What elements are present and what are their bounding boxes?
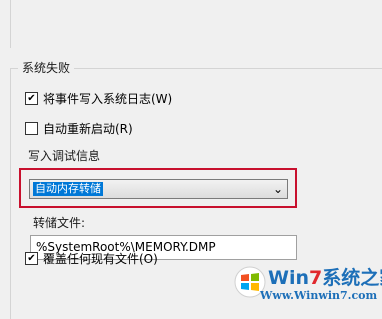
overwrite-checkbox[interactable]: ✔ — [25, 252, 38, 265]
panel-edge — [10, 0, 11, 48]
dump-file-label: 转储文件: — [33, 216, 86, 230]
watermark-url: Www.Winwin7.com — [260, 289, 378, 302]
watermark-brand-seven: 7 — [309, 267, 323, 289]
watermark-brand-prefix: Win — [268, 267, 309, 289]
auto-restart-option[interactable]: 自动重新启动(R) — [25, 120, 133, 137]
auto-restart-label: 自动重新启动(R) — [43, 122, 133, 136]
write-event-log-label: 将事件写入系统日志(W) — [43, 92, 173, 106]
dump-type-dropdown[interactable]: 自动内存转储 ⌄ — [29, 179, 288, 199]
site-watermark: Win7系统之家 Www.Winwin7.com — [232, 258, 382, 308]
watermark-brand: Win7系统之家 — [268, 263, 382, 290]
write-event-log-checkbox[interactable]: ✔ — [25, 92, 38, 105]
watermark-brand-suffix: 系统之家 — [322, 267, 382, 289]
system-failure-group-title: 系统失败 — [18, 59, 75, 76]
debug-info-label: 写入调试信息 — [28, 149, 101, 163]
chevron-down-icon[interactable]: ⌄ — [273, 182, 283, 196]
write-event-log-option[interactable]: ✔ 将事件写入系统日志(W) — [25, 90, 172, 107]
auto-restart-checkbox[interactable] — [25, 122, 38, 135]
overwrite-label: 覆盖任何现有文件(O) — [43, 252, 158, 266]
dump-type-highlight: 自动内存转储 ⌄ — [19, 168, 297, 208]
upper-panel — [0, 0, 382, 48]
overwrite-option[interactable]: ✔ 覆盖任何现有文件(O) — [25, 250, 158, 267]
dump-type-selected: 自动内存转储 — [33, 182, 103, 196]
